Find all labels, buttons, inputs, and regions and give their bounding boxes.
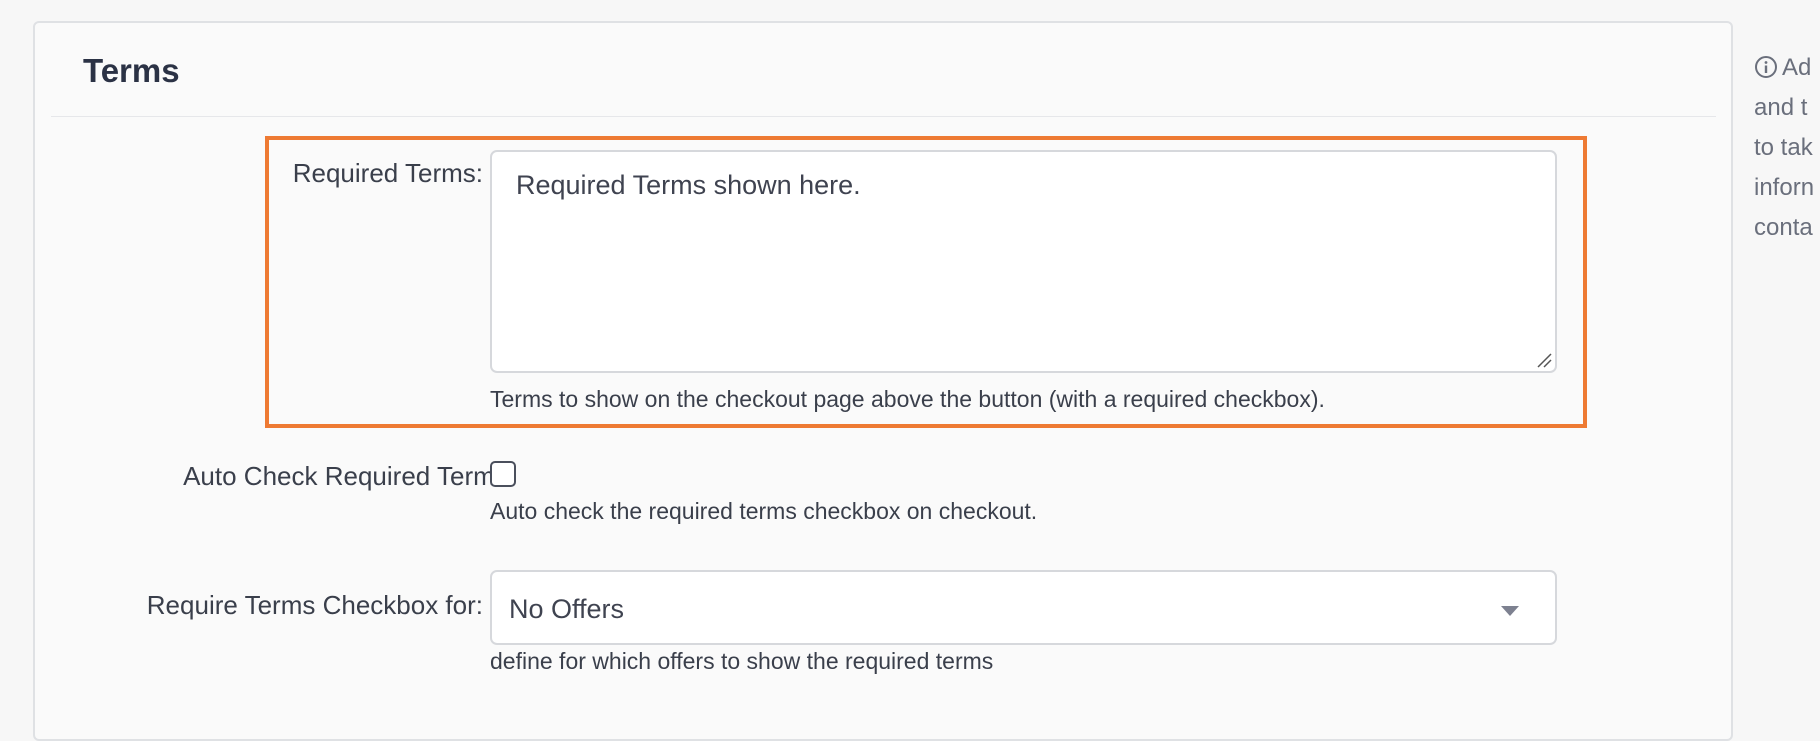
require-for-select[interactable]: No Offers: [490, 570, 1557, 645]
sidebar-line: Ad: [1754, 48, 1814, 88]
sidebar-line-text: Ad: [1782, 54, 1812, 81]
section-title: Terms: [83, 52, 180, 89]
require-for-label: Require Terms Checkbox for:: [146, 590, 483, 620]
section-divider: [51, 116, 1716, 117]
sidebar-line: inforn: [1754, 174, 1815, 201]
require-for-help: define for which offers to show the requ…: [490, 648, 994, 674]
sidebar-line: and t: [1754, 94, 1808, 121]
required-terms-label: Required Terms:: [292, 158, 483, 188]
auto-check-label: Auto Check Required Terms:: [183, 461, 515, 491]
required-terms-help: Terms to show on the checkout page above…: [490, 386, 1325, 412]
sidebar-info: Ad and t to tak inforn conta: [1754, 48, 1814, 248]
require-for-selected-value: No Offers: [509, 594, 625, 624]
chevron-down-icon: [1501, 606, 1519, 616]
sidebar-line: conta: [1754, 214, 1813, 241]
sidebar-line: to tak: [1754, 134, 1813, 161]
required-terms-textarea[interactable]: [490, 150, 1557, 373]
auto-check-help: Auto check the required terms checkbox o…: [490, 498, 1038, 524]
auto-check-checkbox[interactable]: [490, 461, 516, 487]
info-icon: [1755, 56, 1777, 78]
resize-grip-icon[interactable]: [1536, 352, 1552, 368]
